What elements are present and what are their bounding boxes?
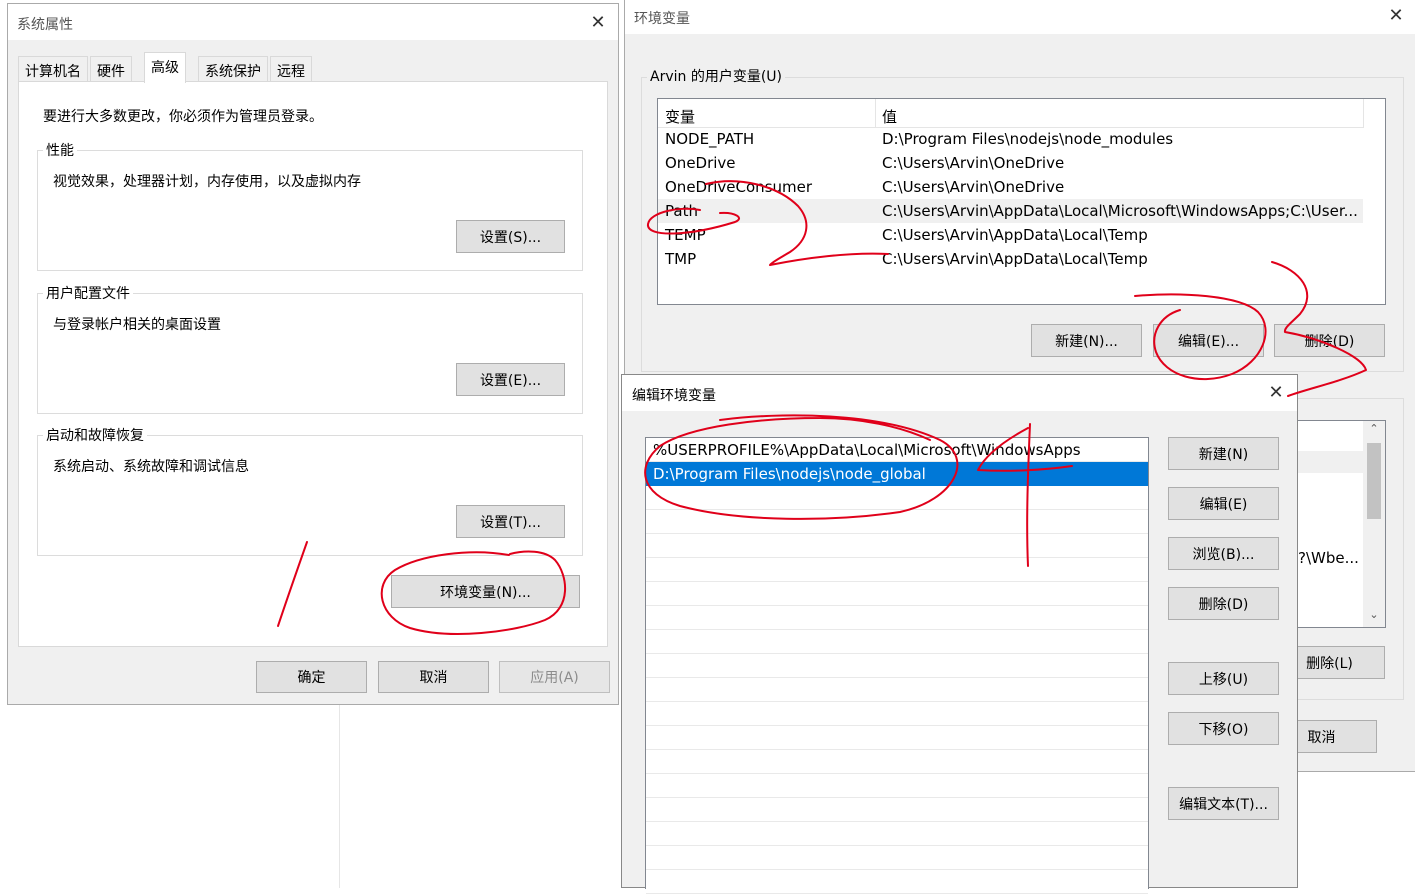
list-item[interactable] [646, 486, 1148, 510]
list-item[interactable] [646, 630, 1148, 654]
variable-name: OneDrive [665, 154, 736, 172]
apply-button[interactable]: 应用(A) [499, 661, 610, 693]
move-up-button[interactable]: 上移(U) [1168, 662, 1279, 695]
list-item[interactable] [646, 582, 1148, 606]
system-properties-window: 系统属性 ✕ 计算机名 硬件 高级 系统保护 远程 要进行大多数更改，你必须作为… [7, 3, 619, 705]
variable-value: C:\Users\Arvin\OneDrive [882, 178, 1065, 196]
user-delete-button[interactable]: 删除(D) [1274, 324, 1385, 357]
list-item[interactable] [646, 510, 1148, 534]
variable-name: OneDriveConsumer [665, 178, 813, 196]
close-icon[interactable]: ✕ [588, 13, 608, 33]
tab-system-protection[interactable]: 系统保护 [198, 56, 268, 82]
user-profiles-settings-button[interactable]: 设置(E)... [456, 363, 565, 396]
list-item[interactable] [646, 774, 1148, 798]
variable-name: Path [665, 202, 698, 220]
variable-value: D:\Program Files\nodejs\node_modules [882, 130, 1174, 148]
performance-settings-button[interactable]: 设置(S)... [456, 220, 565, 253]
list-item[interactable] [646, 606, 1148, 630]
variable-name: NODE_PATH [665, 130, 755, 148]
column-divider[interactable] [875, 99, 876, 128]
admin-notice: 要进行大多数更改，你必须作为管理员登录。 [43, 109, 323, 125]
column-divider[interactable] [1363, 99, 1364, 128]
table-row[interactable]: OneDrive C:\Users\Arvin\OneDrive [658, 151, 1385, 175]
window-title: 系统属性 [17, 17, 73, 33]
table-row-selected[interactable]: Path C:\Users\Arvin\AppData\Local\Micros… [658, 199, 1363, 223]
list-item[interactable] [646, 846, 1148, 870]
column-header-name[interactable]: 变量 [665, 106, 695, 127]
list-item[interactable] [646, 702, 1148, 726]
list-item[interactable] [646, 870, 1148, 894]
variable-value: C:\Users\Arvin\OneDrive [882, 154, 1065, 172]
list-item[interactable] [646, 534, 1148, 558]
tab-panel: 要进行大多数更改，你必须作为管理员登录。 性能 视觉效果，处理器计划，内存使用，… [18, 81, 608, 647]
edit-environment-variable-window: 编辑环境变量 ✕ %USERPROFILE%\AppData\Local\Mic… [621, 374, 1298, 894]
path-entry: %USERPROFILE%\AppData\Local\Microsoft\Wi… [653, 441, 1081, 459]
tab-advanced[interactable]: 高级 [144, 52, 186, 83]
list-item[interactable] [646, 726, 1148, 750]
title-bar [625, 0, 1415, 34]
variable-value-partial: ?\Wbe... [1298, 549, 1359, 567]
list-item[interactable] [646, 798, 1148, 822]
user-profiles-label: 用户配置文件 [43, 283, 133, 303]
user-edit-button[interactable]: 编辑(E)... [1153, 324, 1264, 357]
tab-computer-name[interactable]: 计算机名 [18, 56, 88, 82]
list-item[interactable] [646, 654, 1148, 678]
user-profiles-desc: 与登录帐户相关的桌面设置 [53, 317, 221, 333]
startup-recovery-settings-button[interactable]: 设置(T)... [456, 505, 565, 538]
title-bar [622, 375, 1297, 411]
entry-edit-button[interactable]: 编辑(E) [1168, 487, 1279, 520]
tab-remote[interactable]: 远程 [270, 56, 312, 82]
move-down-button[interactable]: 下移(O) [1168, 712, 1279, 745]
table-row[interactable]: OneDriveConsumer C:\Users\Arvin\OneDrive [658, 175, 1385, 199]
list-item[interactable] [646, 558, 1148, 582]
tab-hardware[interactable]: 硬件 [90, 56, 132, 82]
variable-name: TMP [665, 250, 697, 268]
scroll-up-icon[interactable]: ⌃ [1368, 423, 1380, 435]
user-new-button[interactable]: 新建(N)... [1031, 324, 1142, 357]
list-item[interactable] [646, 822, 1148, 846]
table-row[interactable]: TEMP C:\Users\Arvin\AppData\Local\Temp [658, 223, 1385, 247]
variable-value: C:\Users\Arvin\AppData\Local\Temp [882, 226, 1148, 244]
window-title: 编辑环境变量 [632, 388, 716, 404]
table-row[interactable]: TMP C:\Users\Arvin\AppData\Local\Temp [658, 247, 1385, 271]
close-icon[interactable]: ✕ [1266, 383, 1286, 403]
browse-button[interactable]: 浏览(B)... [1168, 537, 1279, 570]
window-title: 环境变量 [634, 11, 690, 27]
variable-value: C:\Users\Arvin\AppData\Local\Microsoft\W… [882, 202, 1358, 220]
scroll-down-icon[interactable]: ⌄ [1368, 609, 1380, 621]
performance-desc: 视觉效果，处理器计划，内存使用，以及虚拟内存 [53, 174, 361, 190]
startup-recovery-label: 启动和故障恢复 [43, 425, 147, 445]
background-window [0, 700, 340, 888]
user-variables-label: Arvin 的用户变量(U) [647, 66, 786, 86]
entry-delete-button[interactable]: 删除(D) [1168, 587, 1279, 620]
close-icon[interactable]: ✕ [1386, 6, 1406, 26]
scrollbar-thumb[interactable] [1367, 443, 1381, 519]
list-item-selected[interactable]: D:\Program Files\nodejs\node_global [646, 462, 1148, 486]
list-header: 变量 值 [658, 99, 1364, 128]
edit-text-button[interactable]: 编辑文本(T)... [1168, 787, 1279, 820]
table-row[interactable]: NODE_PATH D:\Program Files\nodejs\node_m… [658, 127, 1385, 151]
variable-name: TEMP [665, 226, 706, 244]
list-item[interactable]: %USERPROFILE%\AppData\Local\Microsoft\Wi… [646, 438, 1148, 462]
column-header-value[interactable]: 值 [882, 106, 897, 127]
path-entries-list[interactable]: %USERPROFILE%\AppData\Local\Microsoft\Wi… [645, 437, 1149, 894]
ok-button[interactable]: 确定 [256, 661, 367, 693]
list-item[interactable] [646, 678, 1148, 702]
entry-new-button[interactable]: 新建(N) [1168, 437, 1279, 470]
title-bar [8, 4, 618, 40]
cancel-button[interactable]: 取消 [378, 661, 489, 693]
variable-value: C:\Users\Arvin\AppData\Local\Temp [882, 250, 1148, 268]
startup-recovery-desc: 系统启动、系统故障和调试信息 [53, 459, 249, 475]
scrollbar[interactable]: ⌃ ⌄ [1363, 421, 1385, 627]
environment-variables-button[interactable]: 环境变量(N)... [391, 575, 580, 608]
path-entry: D:\Program Files\nodejs\node_global [653, 465, 926, 483]
list-item[interactable] [646, 750, 1148, 774]
performance-label: 性能 [43, 140, 77, 160]
user-variables-list[interactable]: 变量 值 NODE_PATH D:\Program Files\nodejs\n… [657, 98, 1386, 305]
